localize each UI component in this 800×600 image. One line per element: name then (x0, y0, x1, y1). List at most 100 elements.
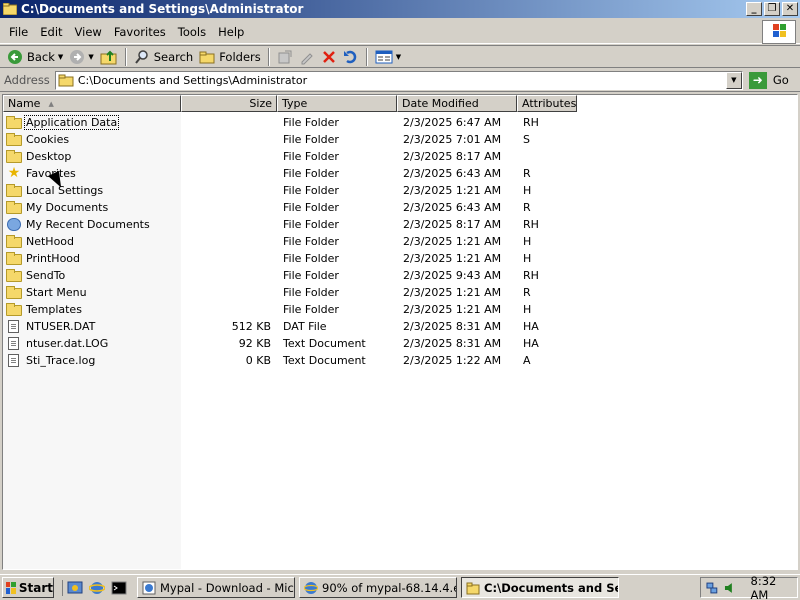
file-name: PrintHood (26, 252, 81, 265)
file-attributes: RH (523, 116, 539, 129)
file-row[interactable]: ★ Favorites File Folder 2/3/2025 6:43 AM R (3, 165, 577, 182)
file-date-modified: 2/3/2025 1:21 AM (403, 184, 502, 197)
address-dropdown-button[interactable]: ▼ (725, 71, 742, 89)
file-date-modified: 2/3/2025 8:31 AM (403, 320, 502, 333)
menu-help[interactable]: Help (212, 25, 250, 39)
minimize-button[interactable]: _ (746, 2, 762, 16)
file-row[interactable]: NetHood File Folder 2/3/2025 1:21 AM H (3, 233, 577, 250)
go-button[interactable]: ➜ Go (748, 71, 789, 89)
file-row[interactable]: Local Settings File Folder 2/3/2025 1:21 A… (3, 182, 577, 199)
file-date-modified: 2/3/2025 8:31 AM (403, 337, 502, 350)
menu-bar: File Edit View Favorites Tools Help (0, 20, 800, 44)
column-header-type[interactable]: Type (277, 95, 397, 112)
folder-icon (3, 3, 17, 15)
file-row[interactable]: ntuser.dat.LOG 92 KB Text Document 2/3/2025… (3, 335, 577, 352)
column-header-name[interactable]: Name ▲ (3, 95, 181, 112)
file-type: File Folder (283, 116, 339, 129)
file-row[interactable]: NTUSER.DAT 512 KB DAT File 2/3/2025 8:31 AM… (3, 318, 577, 335)
menu-file[interactable]: File (3, 25, 34, 39)
file-list[interactable]: Name ▲ Size Type Date Modified Attributes… (2, 94, 798, 570)
folders-button[interactable]: Folders (196, 46, 264, 67)
file-row[interactable]: Application Data File Folder 2/3/2025 6:47… (3, 114, 577, 131)
sort-ascending-icon: ▲ (48, 99, 54, 108)
window-title: C:\Documents and Settings\Administrator (21, 2, 304, 16)
up-folder-icon (100, 50, 117, 64)
start-button[interactable]: Start (2, 577, 54, 598)
title-bar[interactable]: C:\Documents and Settings\Administrator … (0, 0, 800, 18)
file-row[interactable]: SendTo File Folder 2/3/2025 9:43 AM RH (3, 267, 577, 284)
file-date-modified: 2/3/2025 8:17 AM (403, 150, 502, 163)
quick-launch (62, 579, 133, 596)
windows-flag-icon (6, 581, 16, 594)
delete-button[interactable] (318, 46, 340, 67)
file-date-modified: 2/3/2025 6:43 AM (403, 167, 502, 180)
views-icon (375, 50, 393, 63)
copy-to-icon (301, 52, 313, 64)
star-icon: ★ (7, 165, 21, 181)
file-name: SendTo (26, 269, 66, 282)
file-rows: Application Data File Folder 2/3/2025 6:47… (3, 114, 577, 369)
back-arrow-icon (8, 49, 22, 64)
folder-icon (6, 150, 22, 163)
move-to-icon (278, 50, 292, 63)
file-type: File Folder (283, 167, 339, 180)
file-size: 512 KB (231, 320, 271, 333)
toolbar-separator (124, 47, 127, 66)
file-row[interactable]: Cookies File Folder 2/3/2025 7:01 AM S (3, 131, 577, 148)
show-desktop-icon[interactable] (67, 580, 83, 596)
text-file-icon (8, 354, 19, 367)
clock[interactable]: 8:32 AM (751, 574, 797, 600)
mypal-browser-icon (142, 581, 156, 594)
undo-button[interactable] (340, 46, 362, 67)
file-name: Cookies (26, 133, 70, 146)
search-button[interactable]: Search (131, 46, 197, 67)
task-mypal-download[interactable]: Mypal - Download - Micro... (137, 577, 295, 598)
column-header-size[interactable]: Size (181, 95, 277, 112)
maximize-button[interactable]: ❐ (764, 2, 780, 16)
menu-view[interactable]: View (69, 25, 108, 39)
column-header-date-modified[interactable]: Date Modified (397, 95, 517, 112)
file-row[interactable]: Start Menu File Folder 2/3/2025 1:21 AM R (3, 284, 577, 301)
file-type: DAT File (283, 320, 327, 333)
volume-icon[interactable] (723, 581, 737, 595)
menu-tools[interactable]: Tools (172, 25, 212, 39)
folder-icon (6, 201, 22, 214)
file-row[interactable]: My Documents File Folder 2/3/2025 6:43 AM R (3, 199, 577, 216)
address-label: Address (4, 73, 50, 87)
folder-icon (6, 235, 22, 248)
column-header-attributes[interactable]: Attributes (517, 95, 577, 112)
network-icon[interactable] (705, 581, 719, 595)
toolbar-separator (267, 47, 270, 66)
folder-icon (6, 116, 22, 129)
menu-favorites[interactable]: Favorites (108, 25, 172, 39)
task-download-progress[interactable]: 90% of mypal-68.14.4.e... (299, 577, 457, 598)
views-button[interactable]: ▼ (372, 46, 404, 67)
file-row[interactable]: PrintHood File Folder 2/3/2025 1:21 AM H (3, 250, 577, 267)
task-explorer-window[interactable]: C:\Documents and Se... (461, 577, 619, 598)
folder-icon (6, 269, 22, 282)
folder-icon (6, 252, 22, 265)
back-button[interactable]: Back ▼ (4, 46, 66, 67)
file-attributes: H (523, 303, 532, 316)
close-button[interactable]: ✕ (782, 2, 798, 16)
move-to-button[interactable] (274, 46, 296, 67)
chevron-down-icon[interactable]: ▼ (88, 53, 93, 61)
search-label: Search (153, 49, 194, 64)
up-folder-button[interactable] (97, 46, 121, 67)
copy-to-button[interactable] (296, 46, 318, 67)
file-row[interactable]: Templates File Folder 2/3/2025 1:21 AM H (3, 301, 577, 318)
address-input[interactable]: C:\Documents and Settings\Administrator … (54, 70, 743, 90)
file-row[interactable]: My Recent Documents File Folder 2/3/2025 8… (3, 216, 577, 233)
file-row[interactable]: Desktop File Folder 2/3/2025 8:17 AM (3, 148, 577, 165)
taskbar: Start Mypal - Download - Micro... 90% of… (0, 574, 800, 600)
menu-edit[interactable]: Edit (34, 25, 68, 39)
file-type: File Folder (283, 218, 339, 231)
file-row[interactable]: Sti_Trace.log 0 KB Text Document 2/3/2025 1… (3, 352, 577, 369)
chevron-down-icon[interactable]: ▼ (58, 53, 63, 61)
file-date-modified: 2/3/2025 8:17 AM (403, 218, 502, 231)
file-date-modified: 2/3/2025 1:22 AM (403, 354, 502, 367)
command-prompt-icon[interactable] (111, 580, 127, 596)
forward-button[interactable]: ▼ (66, 46, 96, 67)
internet-explorer-icon[interactable] (89, 580, 105, 596)
go-arrow-icon: ➜ (748, 71, 767, 89)
